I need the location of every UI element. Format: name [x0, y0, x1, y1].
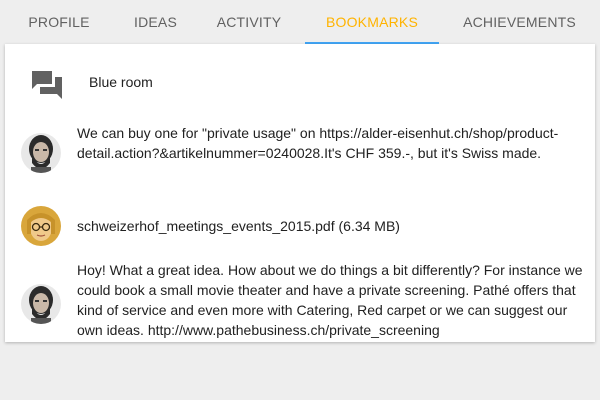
tab-activity[interactable]: ACTIVITY [193, 0, 305, 44]
avatar [21, 206, 61, 246]
bookmark-text: Hoy! What a great idea. How about we do … [77, 262, 583, 338]
bookmarks-card: Blue room We can buy one for "private us… [5, 44, 595, 342]
tab-activity-label: ACTIVITY [216, 14, 282, 30]
bookmark-text: schweizerhof_meetings_events_2015.pdf (6… [77, 218, 400, 234]
tab-ideas[interactable]: IDEAS [118, 0, 193, 44]
bookmark-text: We can buy one for "private usage" on ht… [77, 125, 559, 161]
tab-profile[interactable]: PROFILE [0, 0, 118, 44]
tab-bookmarks[interactable]: BOOKMARKS [305, 0, 439, 44]
tab-profile-label: PROFILE [28, 14, 90, 30]
tab-achievements[interactable]: ACHIEVEMENTS [439, 0, 600, 44]
bookmark-item-comment[interactable]: Hoy! What a great idea. How about we do … [5, 260, 595, 342]
forum-icon [32, 71, 62, 99]
tab-achievements-label: ACHIEVEMENTS [463, 14, 576, 30]
bookmark-text: Blue room [89, 74, 153, 90]
avatar [21, 284, 61, 324]
tab-bookmarks-label: BOOKMARKS [325, 14, 419, 30]
tab-bar: PROFILE IDEAS ACTIVITY BOOKMARKS ACHIEVE… [0, 0, 600, 44]
bookmark-item-file[interactable]: schweizerhof_meetings_events_2015.pdf (6… [5, 186, 595, 266]
avatar [21, 133, 61, 173]
bookmark-item-comment[interactable]: We can buy one for "private usage" on ht… [5, 120, 595, 186]
avatar-bearded-man-icon [21, 133, 61, 173]
avatar-woman-glasses-icon [21, 206, 61, 246]
tab-ideas-label: IDEAS [133, 14, 177, 30]
bookmark-item-room[interactable]: Blue room [5, 44, 595, 120]
avatar-bearded-man-icon [21, 284, 61, 324]
